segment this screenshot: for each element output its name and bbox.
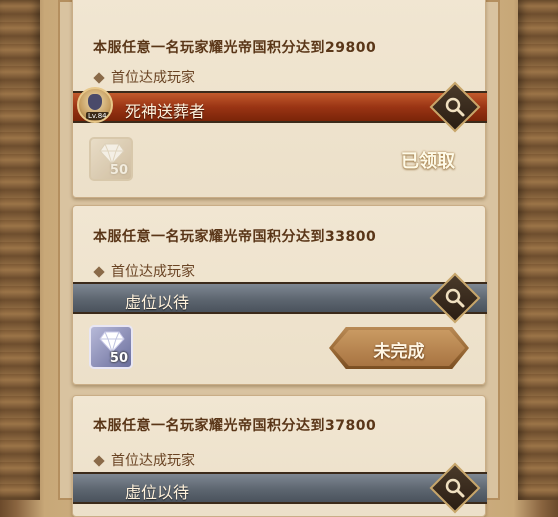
magnifier-icon[interactable] <box>429 272 481 324</box>
quest-subtitle: 首位达成玩家 <box>93 261 195 281</box>
quest-card: 本服任意一名玩家耀光帝国积分达到33800 首位达成玩家 虚位以待 50 未完成 <box>72 205 487 385</box>
player-level: Lv.84 <box>86 112 109 120</box>
incomplete-button[interactable]: 未完成 <box>329 327 469 369</box>
diamond-bullet-icon <box>93 455 105 467</box>
reward-count: 50 <box>109 163 128 178</box>
claimed-status: 已领取 <box>401 151 455 172</box>
diamond-icon <box>99 143 125 165</box>
player-name: 虚位以待 <box>125 483 190 502</box>
quest-card: 本服任意一名玩家耀光帝国积分达到37800 首位达成玩家 虚位以待 <box>72 395 487 517</box>
reward-count: 50 <box>109 351 128 366</box>
button-label: 未完成 <box>373 342 425 362</box>
reward-item[interactable]: 50 <box>89 325 133 369</box>
quest-title: 本服任意一名玩家耀光帝国积分达到33800 <box>93 229 377 245</box>
magnifier-icon[interactable] <box>429 462 481 514</box>
player-avatar[interactable]: Lv.84 <box>77 87 113 123</box>
subtitle-text: 首位达成玩家 <box>111 453 195 469</box>
magnifier-icon[interactable] <box>429 81 481 133</box>
diamond-bullet-icon <box>93 72 105 84</box>
player-bar: 虚位以待 <box>73 462 487 514</box>
diamond-icon <box>99 331 125 353</box>
subtitle-text: 首位达成玩家 <box>111 264 195 280</box>
quest-card: 本服任意一名玩家耀光帝国积分达到29800 首位达成玩家 Lv.84 死神送葬者… <box>72 0 487 198</box>
quest-title: 本服任意一名玩家耀光帝国积分达到29800 <box>93 40 377 56</box>
avatar-face <box>88 94 102 110</box>
reward-item[interactable]: 50 <box>89 137 133 181</box>
quest-title: 本服任意一名玩家耀光帝国积分达到37800 <box>93 418 377 434</box>
player-name: 死神送葬者 <box>125 102 206 121</box>
player-name: 虚位以待 <box>125 293 190 312</box>
player-bar: 虚位以待 <box>73 272 487 324</box>
quest-subtitle: 首位达成玩家 <box>93 450 195 470</box>
quest-subtitle: 首位达成玩家 <box>93 67 195 87</box>
frame-right <box>518 0 558 500</box>
frame-left <box>0 0 40 500</box>
subtitle-text: 首位达成玩家 <box>111 70 195 86</box>
player-bar: Lv.84 死神送葬者 <box>73 81 487 133</box>
diamond-bullet-icon <box>93 266 105 278</box>
